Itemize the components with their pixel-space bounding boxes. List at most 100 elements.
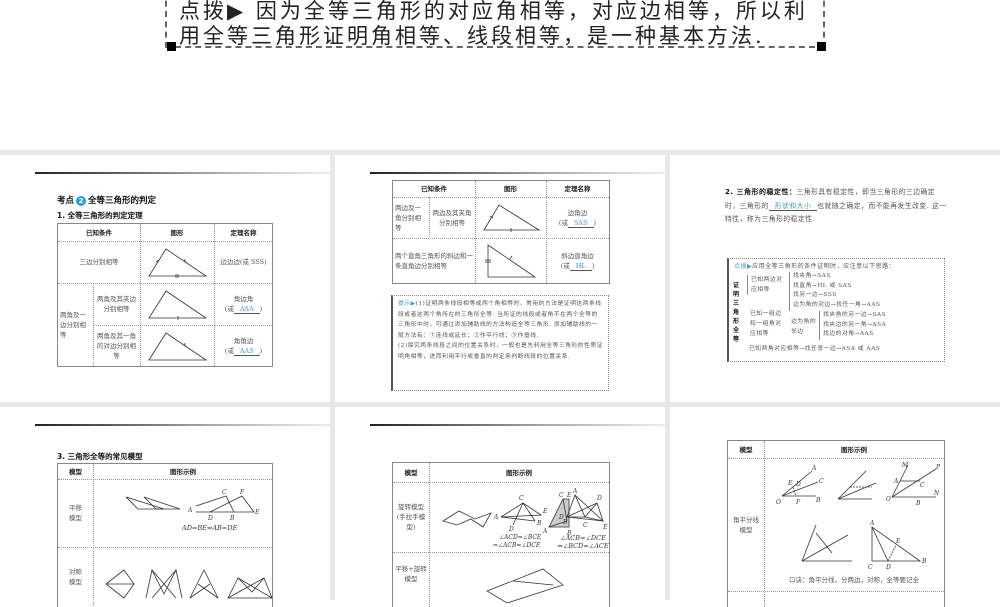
header-cell: 图形示例 bbox=[841, 445, 867, 454]
heading-text: 全等三角形的判定 bbox=[88, 196, 157, 206]
slide-thumbnail-4[interactable]: 3. 三角形全等的常见模型 模型 图形示例 平移模型 C F A D B E AD=B… bbox=[0, 407, 330, 607]
rotation-formula: ∠ACD=∠BCE bbox=[499, 534, 542, 541]
prefix: (或 bbox=[224, 305, 234, 313]
box-handle bbox=[167, 42, 176, 51]
branch-item: 找另一边→SSS bbox=[793, 292, 837, 298]
figure-label: C bbox=[583, 522, 588, 529]
figure-label: C bbox=[868, 564, 873, 571]
figure-label: C bbox=[222, 489, 227, 496]
triangle-aas-figure bbox=[148, 332, 208, 361]
theorem-abbrev: (或 ASA) bbox=[225, 304, 262, 314]
header-cell: 图形 bbox=[170, 228, 184, 237]
theorem-name: 边边边(或 SSS) bbox=[220, 258, 267, 266]
figure-label: P bbox=[935, 464, 941, 471]
answer-sas: SAS bbox=[567, 218, 594, 228]
figure-label: F bbox=[795, 499, 801, 506]
branch-item: 边为角的对边→找任一角→AAS bbox=[789, 301, 881, 311]
theorem-name: 斜边直角边 bbox=[561, 252, 594, 260]
figure-label: D bbox=[596, 495, 602, 502]
header-cell: 图形示例 bbox=[170, 467, 196, 476]
tip-text: 应用全等三角形的条件证明时，应注意以下思路： bbox=[752, 263, 896, 270]
rotation-formula: ⇔∠BCD=∠ACE bbox=[557, 542, 609, 550]
theorem-name-hl: 斜边直角边 (或 HL) bbox=[546, 238, 609, 284]
figure-label: D bbox=[885, 564, 891, 571]
section-heading: 考点 2 全等三角形的判定 bbox=[57, 194, 156, 206]
condition-cell: 两边及其夹角分别相等 bbox=[432, 208, 472, 227]
rotation-figures: CAEBD ∠ACD=∠BCE⇔∠ACB=∠DCE bbox=[442, 495, 548, 549]
header-cell: 已知条件 bbox=[421, 185, 447, 193]
rotation-formula: ∠ACB=∠DCE bbox=[560, 534, 606, 542]
header-rule bbox=[370, 172, 665, 174]
subheading: 3. 三角形全等的常见模型 bbox=[57, 452, 143, 461]
heading-prefix: 考点 bbox=[57, 196, 75, 206]
figure-label: C bbox=[920, 482, 925, 489]
theorem-name-aas: 角角边 (或 AAS) bbox=[214, 325, 273, 367]
figure-label: E bbox=[895, 538, 901, 545]
hint-box: 提示▶(1)证明两条线段相等或两个角相等时，常用的方法是证明这两条线段或者这两个… bbox=[391, 295, 609, 391]
figure-label: B bbox=[815, 497, 821, 504]
branch-item: 找边的对角→AAS bbox=[823, 331, 874, 337]
suffix: ) bbox=[259, 347, 263, 355]
model-label: 角平分线模型 bbox=[733, 515, 759, 534]
slide-thumbnail-3[interactable]: 2. 三角形的稳定性：三角形具有稳定性，即当三角形的三边确定时，三角形的 形状和大… bbox=[670, 155, 1000, 402]
header-cell: 模型 bbox=[69, 467, 82, 476]
symmetric-shapes-figure bbox=[105, 568, 273, 599]
suffix: ) bbox=[593, 218, 597, 227]
figure-label: M bbox=[901, 462, 909, 469]
figure-label: A bbox=[187, 507, 193, 514]
header-cell: 图形示例 bbox=[506, 468, 532, 477]
hint-text-2: (2)探究两条线段之间的位置关系时，一般也是先利用全等三角形的性质证明角相等，进… bbox=[398, 343, 603, 360]
branch-adjacent: 边为角的邻边 bbox=[791, 319, 817, 335]
stability-title: 2. 三角形的稳定性： bbox=[725, 188, 797, 196]
slide-thumbnail-6[interactable]: 模型 图形示例 角平分线模型 AEDCOFB MPACNOB AECDB 口诀：… bbox=[670, 407, 1000, 607]
figure-label: A bbox=[893, 478, 899, 485]
translation-formula: AD=BE⇔AB=DE bbox=[182, 524, 237, 532]
figure-label: C bbox=[519, 495, 524, 502]
theorem-name: 角角边 bbox=[233, 337, 254, 345]
theorem-name: 角边角 bbox=[233, 295, 254, 303]
theorem-abbrev: (或 AAS) bbox=[225, 346, 262, 356]
group-condition: 两角及一边分别相等 bbox=[60, 311, 86, 339]
current-slide-preview: 点拨▶ 因为全等三角形的对应角相等，对应边相等，所以利 用全等三角形证明角相等、… bbox=[0, 0, 1000, 150]
figure-label: C bbox=[819, 478, 824, 485]
side-label: 证明三角形全等 bbox=[733, 282, 740, 343]
branch-item: 找夹角→SAS bbox=[793, 273, 831, 279]
condition-cell: 两角及其一角的对边分别相等 bbox=[97, 332, 136, 360]
branch-adjacent-items: 找夹角的另一边→SAS 找夹边的另一角→ASA 找边的对角→AAS bbox=[819, 311, 886, 340]
header-cell: 定理名称 bbox=[230, 228, 257, 237]
figure-label: O bbox=[776, 499, 781, 506]
header-cell: 模型 bbox=[739, 445, 753, 454]
translation-labeled-figure: C F A D B E AD=BE⇔AB=DE bbox=[182, 489, 260, 532]
slide-thumbnail-1[interactable]: 考点 2 全等三角形的判定 1. 全等三角形的判定定理 已知条件 图形 定理名称 三… bbox=[0, 155, 330, 402]
answer-aas: AAS bbox=[233, 347, 260, 356]
branch-item: 找夹边的另一角→ASA bbox=[823, 321, 887, 328]
figure-label: B bbox=[921, 558, 927, 565]
header-cell: 图形 bbox=[504, 185, 517, 193]
figure-label: D bbox=[508, 526, 514, 533]
rotation-formula: ⇔∠ACB=∠DCE bbox=[493, 542, 541, 549]
branch-two-angles: 已知两角对应相等→找任意一边→ASA 或 AAS bbox=[749, 346, 881, 352]
condition-cell: 两个直角三角形的斜边和一条直角边分别相等 bbox=[395, 252, 473, 270]
condition-cell: 三边分别相等 bbox=[79, 258, 119, 266]
condition-cell: 两角及其夹边分别相等 bbox=[97, 295, 136, 313]
figure-label: B bbox=[229, 515, 235, 522]
slide-thumbnail-5[interactable]: 模型 图形示例 旋转模型(手拉手模型) C A E B D ∠ACD=∠BCE ⇔∠ACB… bbox=[335, 407, 665, 607]
rotation-formula-c: ∠ACB=∠DCE ⇔∠BCD=∠ACE bbox=[555, 534, 611, 550]
figure-label: N bbox=[933, 490, 940, 497]
tip-label: 点拨▶ bbox=[734, 263, 753, 270]
triangle-sss-figure bbox=[148, 248, 208, 278]
slide-thumbnail-2[interactable]: 已知条件 图形 定理名称 两边及一角分别相等 两边及其夹角分别相等 边角边 (或 S… bbox=[335, 155, 665, 402]
mnemonic-text: 口诀：角平分线，分两边，对称，全等要记全 bbox=[789, 576, 919, 584]
translation-shapes-figure bbox=[125, 496, 181, 510]
theorem-abbrev: (或 SAS) bbox=[559, 218, 596, 228]
model-label: 旋转模型(手拉手模型) bbox=[396, 503, 426, 531]
header-cell: 已知条件 bbox=[86, 228, 112, 237]
hint-text-1: (1)证明两条线段相等或两个角相等时，常用的方法是证明这两条线段或者这两个角所在… bbox=[398, 301, 602, 339]
branch-side-angle: 已知一组边和一组角对应相等 bbox=[750, 311, 782, 337]
figure-label: A bbox=[811, 465, 817, 472]
figure-label: E bbox=[787, 480, 793, 487]
hint-paragraph: 提示▶(1)证明两条线段相等或两个角相等时，常用的方法是证明这两条线段或者这两个… bbox=[398, 299, 603, 362]
triangle-sas-figure bbox=[483, 204, 541, 232]
branch-item: 找夹角的另一边→SAS bbox=[823, 312, 887, 318]
model-table: 模型 图形示例 平移模型 C F A D B E AD=BE⇔AB=DE 对称模型 bbox=[57, 463, 273, 607]
